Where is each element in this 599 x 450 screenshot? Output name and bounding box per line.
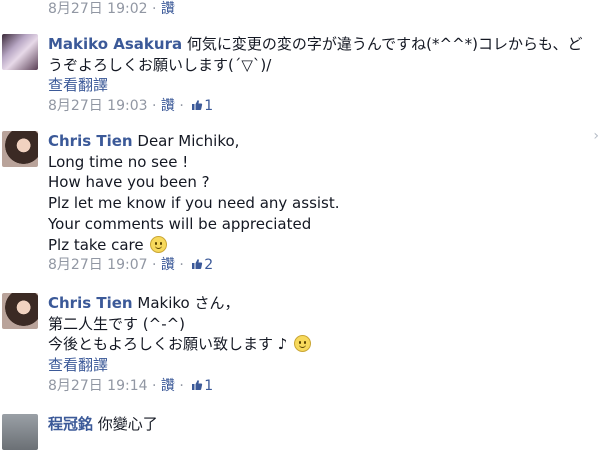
like-link[interactable]: 讚 bbox=[161, 98, 175, 114]
comment-meta: 8月27日 19:07 · 讚 · 2 bbox=[48, 256, 595, 274]
like-link[interactable]: 讚 bbox=[161, 378, 175, 394]
thumbs-up-icon[interactable] bbox=[191, 379, 203, 391]
comment-text: うぞよろしくお願いします(´▽`)/ bbox=[48, 55, 272, 74]
thumbs-up-icon[interactable] bbox=[191, 99, 203, 111]
like-link[interactable]: 讚 bbox=[161, 257, 175, 273]
meta-separator: · bbox=[151, 257, 157, 274]
comment-text: Long time no see ! bbox=[48, 152, 189, 171]
avatar[interactable] bbox=[2, 414, 38, 450]
avatar[interactable] bbox=[2, 131, 38, 167]
like-count[interactable]: 1 bbox=[204, 378, 213, 394]
comment-text: How have you been ? bbox=[48, 173, 210, 192]
comment-text: 今後ともよろしくお願い致します ♪ bbox=[48, 335, 288, 354]
like-count[interactable]: 1 bbox=[204, 98, 213, 114]
comment-text: Your comments will be appreciated bbox=[48, 214, 312, 233]
comment-text: 何気に変更の変の字が違うんですね(*^^*)コレからも、ど bbox=[186, 35, 583, 53]
comment-meta: 8月27日 19:03 · 讚 · 1 bbox=[48, 97, 595, 115]
chevron-right-icon[interactable]: › bbox=[593, 128, 599, 144]
avatar[interactable] bbox=[2, 34, 38, 70]
comment-author[interactable]: 程冠銘 bbox=[48, 415, 93, 433]
like-link[interactable]: 讚 bbox=[161, 1, 175, 17]
see-translation-link[interactable]: 查看翻譯 bbox=[48, 75, 595, 96]
comment-author[interactable]: Chris Tien bbox=[48, 132, 133, 150]
see-translation-link[interactable]: 查看翻譯 bbox=[48, 355, 595, 376]
meta-separator: · bbox=[179, 377, 184, 394]
smiley-emoji-icon bbox=[150, 235, 168, 253]
meta-separator: · bbox=[151, 377, 157, 394]
comment-author[interactable]: Chris Tien bbox=[48, 294, 133, 312]
meta-separator: · bbox=[151, 1, 157, 17]
comment-text: Plz let me know if you need any assist. bbox=[48, 194, 340, 213]
avatar[interactable] bbox=[2, 293, 38, 329]
comment-text: Plz take care bbox=[48, 235, 144, 254]
thumbs-up-icon[interactable] bbox=[191, 258, 203, 270]
comment-timestamp[interactable]: 8月27日 19:14 bbox=[48, 378, 148, 394]
comment-text: 第二人生です (^-^) bbox=[48, 314, 186, 333]
comment-text: Dear Michiko, bbox=[137, 132, 240, 150]
meta-separator: · bbox=[179, 98, 184, 115]
comment-timestamp[interactable]: 8月27日 19:03 bbox=[48, 98, 148, 114]
smiley-emoji-icon bbox=[294, 335, 312, 353]
comment-meta: 8月27日 19:14 · 讚 · 1 bbox=[48, 377, 595, 395]
comment-timestamp[interactable]: 8月27日 19:07 bbox=[48, 257, 148, 273]
comment-timestamp[interactable]: 8月27日 19:02 bbox=[48, 1, 148, 17]
comment-text: 你變心了 bbox=[97, 415, 158, 433]
like-count[interactable]: 2 bbox=[204, 257, 213, 273]
previous-comment-meta: 8月27日 19:02 · 讚 bbox=[48, 0, 175, 18]
meta-separator: · bbox=[179, 257, 184, 274]
comment-author[interactable]: Makiko Asakura bbox=[48, 35, 182, 53]
comment-text: Makiko さん， bbox=[137, 294, 240, 312]
meta-separator: · bbox=[151, 98, 157, 115]
